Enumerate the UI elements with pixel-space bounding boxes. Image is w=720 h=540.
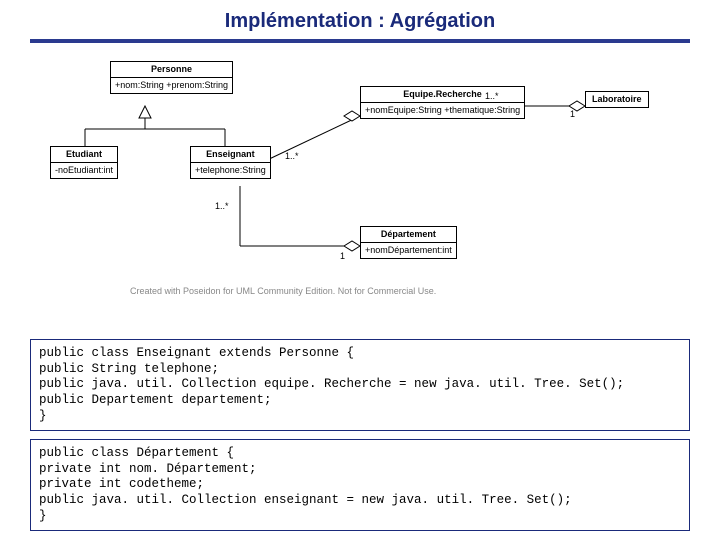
multiplicity: 1 xyxy=(570,109,575,119)
uml-class-name: Département xyxy=(361,227,456,243)
code-line: } xyxy=(39,409,681,425)
uml-etudiant: Etudiant -noEtudiant:int xyxy=(50,146,118,179)
uml-class-name: Personne xyxy=(111,62,232,78)
uml-class-attrs: +nomEquipe:String +thematique:String xyxy=(361,103,524,118)
uml-class-attrs: +nomDépartement:int xyxy=(361,243,456,258)
multiplicity: 1..* xyxy=(485,91,499,101)
page-title: Implémentation : Agrégation xyxy=(0,0,720,39)
code-line: } xyxy=(39,509,681,525)
code-line: private int nom. Département; xyxy=(39,462,681,478)
uml-class-name: Etudiant xyxy=(51,147,117,163)
uml-class-attrs: -noEtudiant:int xyxy=(51,163,117,178)
code-line: public String telephone; xyxy=(39,362,681,378)
uml-laboratoire: Laboratoire xyxy=(585,91,649,108)
code-block-departement: public class Département { private int n… xyxy=(30,439,690,531)
code-line: public class Département { xyxy=(39,446,681,462)
multiplicity: 1 xyxy=(340,251,345,261)
uml-departement: Département +nomDépartement:int xyxy=(360,226,457,259)
code-line: public java. util. Collection enseignant… xyxy=(39,493,681,509)
code-line: public class Enseignant extends Personne… xyxy=(39,346,681,362)
uml-class-name: Enseignant xyxy=(191,147,270,163)
watermark-text: Created with Poseidon for UML Community … xyxy=(130,286,436,296)
uml-class-name: Equipe.Recherche xyxy=(361,87,524,103)
uml-personne: Personne +nom:String +prenom:String xyxy=(110,61,233,94)
multiplicity: 1..* xyxy=(285,151,299,161)
uml-class-attrs: +telephone:String xyxy=(191,163,270,178)
uml-class-attrs: +nom:String +prenom:String xyxy=(111,78,232,93)
code-line: public java. util. Collection equipe. Re… xyxy=(39,377,681,393)
uml-class-name: Laboratoire xyxy=(586,92,648,107)
code-line: private int codetheme; xyxy=(39,477,681,493)
code-block-enseignant: public class Enseignant extends Personne… xyxy=(30,339,690,431)
title-rule xyxy=(30,39,690,43)
uml-diagram: Personne +nom:String +prenom:String Etud… xyxy=(30,51,690,331)
multiplicity: 1..* xyxy=(215,201,229,211)
code-line: public Departement departement; xyxy=(39,393,681,409)
uml-enseignant: Enseignant +telephone:String xyxy=(190,146,271,179)
uml-equipe-recherche: Equipe.Recherche +nomEquipe:String +them… xyxy=(360,86,525,119)
